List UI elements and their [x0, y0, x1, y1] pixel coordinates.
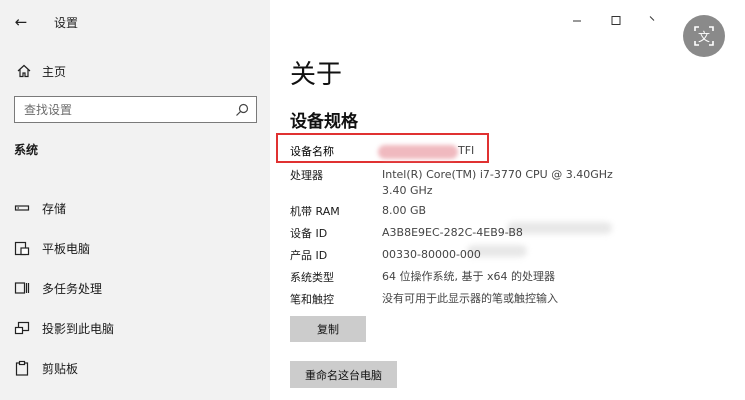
spec-value: 64 位操作系统, 基于 x64 的处理器 — [382, 270, 555, 283]
spec-value: Intel(R) Core(TM) i7-3770 CPU @ 3.40GHz … — [382, 168, 613, 197]
page-title: 关于 — [290, 60, 343, 90]
multitasking-icon — [14, 282, 30, 294]
tablet-icon — [14, 241, 30, 256]
sidebar-item-projecting[interactable]: 投影到此电脑 — [0, 313, 270, 343]
spec-label: 设备名称 — [290, 145, 334, 158]
sidebar-item-storage[interactable]: 存储 — [0, 193, 270, 223]
sidebar-item-label: 投影到此电脑 — [42, 322, 115, 336]
sidebar-item-multitasking[interactable]: 多任务处理 — [0, 273, 270, 303]
projecting-icon — [14, 321, 30, 335]
spec-row-processor: 处理器 Intel(R) Core(TM) i7-3770 CPU @ 3.40… — [290, 167, 650, 203]
spec-label: 机带 RAM — [290, 205, 340, 218]
spec-value: A3B8E9EC-282C-4EB9-B8 — [382, 226, 523, 239]
home-icon — [17, 64, 31, 78]
sidebar-item-label: 多任务处理 — [42, 282, 103, 296]
sidebar-item-label: 平板电脑 — [42, 242, 91, 256]
spec-value: 没有可用于此显示器的笔或触控输入 — [382, 292, 558, 305]
close-button[interactable] — [640, 10, 655, 32]
overlay-strip — [655, 0, 745, 400]
search-icon[interactable] — [234, 102, 250, 118]
title-row: ← 设置 — [0, 0, 270, 44]
spec-value: TFI — [458, 144, 475, 157]
section-heading: 设备规格 — [290, 112, 358, 132]
rename-pc-button[interactable]: 重命名这台电脑 — [290, 361, 397, 388]
spec-label: 笔和触控 — [290, 293, 334, 306]
sidebar-item-label: 主页 — [42, 65, 67, 79]
spec-label: 产品 ID — [290, 249, 328, 262]
spec-row-device-name: 设备名称 TFI — [290, 143, 650, 167]
main-panel: 关于 设备规格 设备名称 TFI 处理器 Intel(R) Core(TM) i… — [270, 0, 655, 400]
translate-glyph: 文 — [698, 29, 710, 44]
spec-row-device-id: 设备 ID A3B8E9EC-282C-4EB9-B8 — [290, 225, 650, 247]
spec-value: 00330-80000-000 — [382, 248, 481, 261]
section-title: 系统 — [14, 143, 39, 157]
maximize-button[interactable] — [601, 10, 631, 32]
search-input[interactable] — [15, 97, 225, 122]
translate-icon: 文 — [694, 26, 714, 46]
app-title: 设置 — [54, 16, 79, 30]
settings-sidebar: ← 设置 主页 系统 存储 平板电脑 — [0, 0, 270, 400]
sidebar-item-label: 存储 — [42, 202, 67, 216]
spec-row-ram: 机带 RAM 8.00 GB — [290, 203, 650, 225]
minimize-button[interactable] — [562, 10, 592, 32]
spec-value: 8.00 GB — [382, 204, 427, 217]
spec-row-system-type: 系统类型 64 位操作系统, 基于 x64 的处理器 — [290, 269, 650, 291]
search-box[interactable] — [14, 96, 257, 123]
translate-button[interactable]: 文 — [683, 15, 725, 57]
back-button[interactable]: ← — [8, 9, 34, 35]
spec-row-product-id: 产品 ID 00330-80000-000 — [290, 247, 650, 269]
copy-button[interactable]: 复制 — [290, 316, 366, 342]
sidebar-item-home[interactable]: 主页 — [0, 56, 270, 86]
spec-label: 处理器 — [290, 169, 323, 182]
sidebar-item-tablet[interactable]: 平板电脑 — [0, 233, 270, 263]
spec-label: 设备 ID — [290, 227, 328, 240]
device-specs: 设备名称 TFI 处理器 Intel(R) Core(TM) i7-3770 C… — [290, 143, 650, 313]
clipboard-icon — [15, 360, 29, 376]
spec-row-pen-touch: 笔和触控 没有可用于此显示器的笔或触控输入 — [290, 291, 650, 313]
sidebar-item-label: 剪贴板 — [42, 362, 79, 376]
spec-label: 系统类型 — [290, 271, 334, 284]
storage-icon — [14, 205, 30, 211]
sidebar-item-clipboard[interactable]: 剪贴板 — [0, 353, 270, 383]
